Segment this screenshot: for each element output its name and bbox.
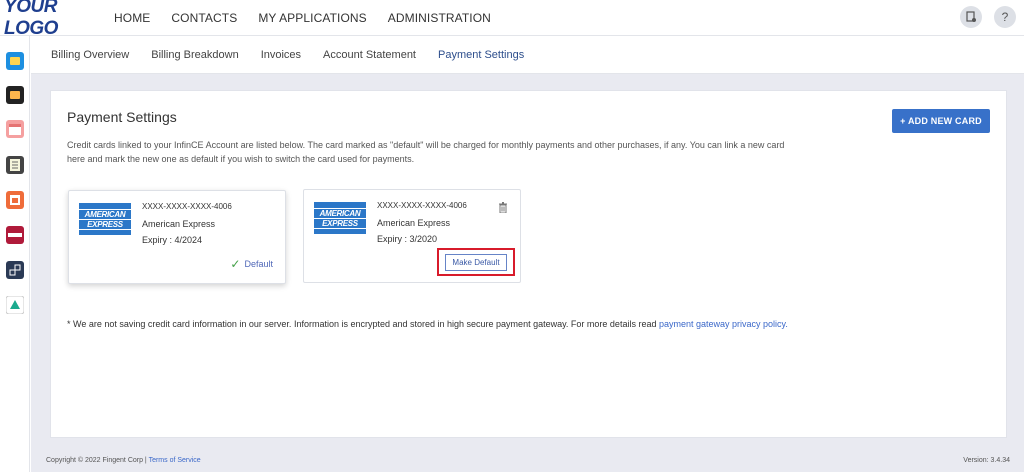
calendar-app-icon[interactable] xyxy=(6,120,24,138)
card-secondary: AMERICAN EXPRESS XXXX-XXXX-XXXX-4006 Ame… xyxy=(303,189,521,283)
amex-logo: AMERICAN EXPRESS xyxy=(79,203,131,235)
inbox-app-icon[interactable] xyxy=(6,86,24,104)
folder-app-icon[interactable] xyxy=(6,52,24,70)
make-default-highlight: Make Default xyxy=(437,248,515,276)
card-expiry: Expiry : 4/2024 xyxy=(142,235,203,245)
card-number: XXXX-XXXX-XXXX-4006 xyxy=(377,201,467,210)
payment-settings-panel: Payment Settings + ADD NEW CARD Credit c… xyxy=(50,90,1007,438)
add-new-card-button[interactable]: + ADD NEW CARD xyxy=(892,109,990,133)
card-default: AMERICAN EXPRESS XXXX-XXXX-XXXX-4006 Ame… xyxy=(68,190,286,284)
tab-payment-settings[interactable]: Payment Settings xyxy=(438,49,524,61)
footer-copyright: Copyright © 2022 Fingent Corp | Terms of… xyxy=(46,457,201,464)
docs-app-icon[interactable] xyxy=(6,296,24,314)
tab-account-statement[interactable]: Account Statement xyxy=(323,49,416,61)
terms-of-service-link[interactable]: Terms of Service xyxy=(149,457,201,464)
default-status: ✓ Default xyxy=(230,257,273,271)
nav-item-home[interactable]: HOME xyxy=(114,11,150,25)
user-profile-icon[interactable] xyxy=(960,6,982,28)
nav-item-my-applications[interactable]: MY APPLICATIONS xyxy=(258,11,366,25)
notes-app-icon[interactable] xyxy=(6,156,24,174)
make-default-button[interactable]: Make Default xyxy=(445,253,507,271)
check-icon: ✓ xyxy=(230,257,241,271)
nav-item-contacts[interactable]: CONTACTS xyxy=(171,11,237,25)
left-sidebar xyxy=(0,36,30,472)
security-footnote: * We are not saving credit card informat… xyxy=(67,319,788,329)
tab-billing-overview[interactable]: Billing Overview xyxy=(51,49,129,61)
gallery-app-icon[interactable] xyxy=(6,191,24,209)
nav-item-administration[interactable]: ADMINISTRATION xyxy=(388,11,491,25)
amex-logo: AMERICAN EXPRESS xyxy=(314,202,366,234)
cash-app-icon[interactable] xyxy=(6,226,24,244)
tab-billing-breakdown[interactable]: Billing Breakdown xyxy=(151,49,238,61)
integrations-app-icon[interactable] xyxy=(6,261,24,279)
app-logo[interactable]: YOUR LOGO xyxy=(4,0,114,40)
trash-icon[interactable] xyxy=(498,202,508,213)
privacy-policy-link[interactable]: payment gateway privacy policy. xyxy=(659,319,788,329)
footer-version: Version: 3.4.34 xyxy=(963,457,1010,464)
page-title: Payment Settings xyxy=(67,109,177,125)
help-icon[interactable]: ? xyxy=(994,6,1016,28)
page-description: Credit cards linked to your InfinCE Acco… xyxy=(67,140,785,164)
billing-subnav: Billing Overview Billing Breakdown Invoi… xyxy=(31,36,1024,74)
card-brand: American Express xyxy=(377,218,451,228)
top-icons: ? xyxy=(960,6,1016,28)
card-brand: American Express xyxy=(142,219,216,229)
card-expiry: Expiry : 3/2020 xyxy=(377,234,438,244)
top-navbar: YOUR LOGO HOME CONTACTS MY APPLICATIONS … xyxy=(0,0,1024,39)
tab-invoices[interactable]: Invoices xyxy=(261,49,301,61)
main-nav: HOME CONTACTS MY APPLICATIONS ADMINISTRA… xyxy=(114,11,512,25)
card-number: XXXX-XXXX-XXXX-4006 xyxy=(142,202,232,211)
